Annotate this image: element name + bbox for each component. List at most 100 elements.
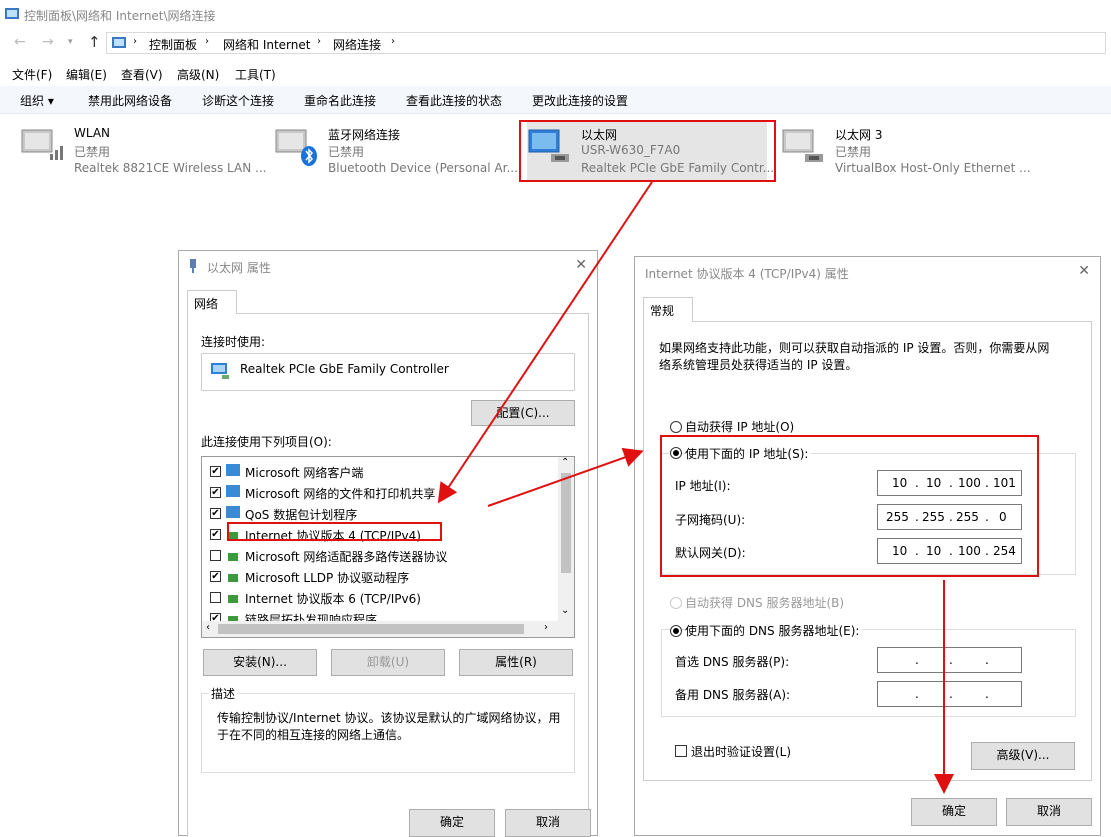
change-settings-button[interactable]: 更改此连接的设置 (532, 92, 628, 109)
rename-button[interactable]: 重命名此连接 (304, 92, 376, 109)
configure-button[interactable]: 配置(C)... (471, 400, 575, 426)
menu-advanced[interactable]: 高级(N) (177, 66, 219, 83)
manual-dns-label[interactable]: 使用下面的 DNS 服务器地址(E): (685, 622, 863, 639)
validate-checkbox[interactable] (675, 745, 687, 757)
checkbox[interactable]: ✔ (210, 508, 221, 519)
window-title: 控制面板\网络和 Internet\网络连接 (24, 9, 216, 23)
adapter-device: Realtek 8821CE Wireless LAN ... (74, 161, 267, 175)
list-item[interactable]: ✔ Microsoft LLDP 协议驱动程序 (202, 567, 558, 587)
protocol-icon (228, 595, 238, 603)
menu-edit[interactable]: 编辑(E) (66, 66, 107, 83)
cancel-button[interactable]: 取消 (505, 809, 591, 837)
up-arrow-icon[interactable]: ↑ (88, 33, 101, 51)
list-item[interactable]: ✔ QoS 数据包计划程序 (202, 504, 558, 524)
back-arrow-icon[interactable]: ← (14, 34, 26, 50)
list-item[interactable]: ✔ Microsoft 网络客户端 (202, 462, 558, 482)
adapter-device: Bluetooth Device (Personal Ar... (328, 161, 518, 175)
list-item-label: QoS 数据包计划程序 (245, 508, 358, 522)
scroll-thumb[interactable] (218, 624, 524, 634)
ok-button[interactable]: 确定 (409, 809, 495, 837)
view-status-button[interactable]: 查看此连接的状态 (406, 92, 502, 109)
menu-view[interactable]: 查看(V) (121, 66, 163, 83)
description-text-line-2: 于在不同的相互连接的网络上通信。 (217, 728, 410, 742)
cancel-button[interactable]: 取消 (1006, 798, 1092, 826)
chevron-right-icon: › (133, 36, 137, 47)
tab-general[interactable]: 常规 (643, 297, 693, 322)
checkbox[interactable]: ✔ (210, 487, 221, 498)
tab-network[interactable]: 网络 (187, 290, 237, 314)
ipv4-properties-dialog: Internet 协议版本 4 (TCP/IPv4) 属性 ✕ 常规 如果网络支… (634, 256, 1101, 836)
checkbox[interactable]: ✔ (210, 613, 221, 621)
properties-button[interactable]: 属性(R) (459, 649, 573, 676)
recent-dropdown-icon[interactable]: ▾ (68, 37, 73, 47)
validate-label[interactable]: 退出时验证设置(L) (691, 743, 791, 760)
components-list[interactable]: ✔ Microsoft 网络客户端 ✔ Microsoft 网络的文件和打印机共享 … (201, 456, 575, 638)
list-item-label: Microsoft 网络的文件和打印机共享 (245, 487, 436, 501)
horizontal-scrollbar[interactable]: ‹ › (202, 621, 574, 637)
scroll-right-icon[interactable]: › (544, 622, 548, 633)
breadcrumb-network-connections[interactable]: 网络连接 (333, 36, 381, 53)
adapter-name: 蓝牙网络连接 (328, 128, 401, 142)
menu-file[interactable]: 文件(F) (12, 66, 52, 83)
list-item[interactable]: Microsoft 网络适配器多路传送器协议 (202, 546, 558, 566)
radio-manual-dns[interactable] (670, 625, 682, 637)
intro-text-line-2: 络系统管理员处获得适当的 IP 设置。 (659, 358, 858, 372)
breadcrumb-network-internet[interactable]: 网络和 Internet (223, 36, 310, 53)
checkbox[interactable] (210, 592, 221, 603)
description-label: 描述 (209, 685, 238, 702)
address-bar: ← → ▾ ↑ › 控制面板 › 网络和 Internet › 网络连接 › (0, 30, 1111, 56)
radio-auto-dns[interactable] (670, 597, 682, 609)
adapter-name-text: Realtek PCIe GbE Family Controller (240, 362, 449, 376)
list-item[interactable]: Internet 协议版本 6 (TCP/IPv6) (202, 588, 558, 608)
close-icon[interactable]: ✕ (575, 257, 587, 273)
address-field[interactable]: › 控制面板 › 网络和 Internet › 网络连接 › (106, 32, 1106, 54)
annotation-highlight-ip-settings (660, 435, 1039, 577)
description-text-line-1: 传输控制协议/Internet 协议。该协议是默认的广域网络协议，用 (217, 711, 561, 725)
preferred-dns-field[interactable]: ... (877, 647, 1022, 673)
alternate-dns-field[interactable]: ... (877, 681, 1022, 707)
ethernet-adapter-icon (782, 129, 823, 162)
chevron-right-icon: › (317, 36, 321, 47)
checkbox[interactable]: ✔ (210, 571, 221, 582)
scroll-thumb[interactable] (561, 473, 571, 573)
scroll-down-icon[interactable]: ⌄ (561, 605, 569, 616)
forward-arrow-icon[interactable]: → (42, 34, 54, 50)
scroll-up-icon[interactable]: ⌃ (561, 457, 569, 468)
bluetooth-adapter-icon (275, 129, 317, 166)
list-item[interactable]: ✔ 链路层拓扑发现响应程序 (202, 609, 558, 621)
adapter-status: 已禁用 (328, 145, 365, 159)
breadcrumb-control-panel[interactable]: 控制面板 (149, 36, 197, 53)
scroll-left-icon[interactable]: ‹ (206, 622, 210, 633)
list-item[interactable]: ✔ Microsoft 网络的文件和打印机共享 (202, 483, 558, 503)
adapter-name: WLAN (74, 126, 111, 140)
close-icon[interactable]: ✕ (1078, 263, 1090, 279)
chevron-right-icon: › (205, 36, 209, 47)
auto-dns-label[interactable]: 自动获得 DNS 服务器地址(B) (685, 594, 844, 611)
diagnose-button[interactable]: 诊断这个连接 (202, 92, 274, 109)
client-icon (226, 464, 240, 476)
advanced-button[interactable]: 高级(V)... (971, 742, 1075, 770)
checkbox[interactable]: ✔ (210, 466, 221, 477)
adapter-ethernet-3[interactable]: 以太网 3 已禁用 VirtualBox Host-Only Ethernet … (781, 120, 1101, 180)
list-item-label: Internet 协议版本 6 (TCP/IPv6) (245, 592, 421, 606)
disable-device-button[interactable]: 禁用此网络设备 (88, 92, 172, 109)
checkbox[interactable]: ✔ (210, 529, 221, 540)
protocol-icon (228, 574, 238, 582)
wireless-adapter-icon (21, 129, 63, 160)
ok-button[interactable]: 确定 (911, 798, 997, 826)
checkbox[interactable] (210, 550, 221, 561)
alternate-dns-label: 备用 DNS 服务器(A): (675, 688, 791, 702)
adapter-wlan[interactable]: WLAN 已禁用 Realtek 8821CE Wireless LAN ... (20, 120, 266, 180)
menu-tools[interactable]: 工具(T) (235, 66, 276, 83)
install-button[interactable]: 安装(N)... (203, 649, 317, 676)
vertical-scrollbar[interactable]: ⌃ ⌄ (558, 457, 574, 621)
intro-text-line-1: 如果网络支持此功能，则可以获取自动指派的 IP 设置。否则，你需要从网 (659, 341, 1050, 355)
adapter-bluetooth[interactable]: 蓝牙网络连接 已禁用 Bluetooth Device (Personal Ar… (274, 120, 518, 180)
radio-auto-ip[interactable] (670, 421, 682, 433)
share-icon (226, 485, 240, 497)
organize-button[interactable]: 组织 ▾ (20, 92, 54, 109)
qos-icon (226, 506, 240, 518)
dialog-title: Internet 协议版本 4 (TCP/IPv4) 属性 (645, 267, 849, 281)
uninstall-button[interactable]: 卸载(U) (331, 649, 445, 676)
auto-ip-label[interactable]: 自动获得 IP 地址(O) (685, 418, 794, 435)
